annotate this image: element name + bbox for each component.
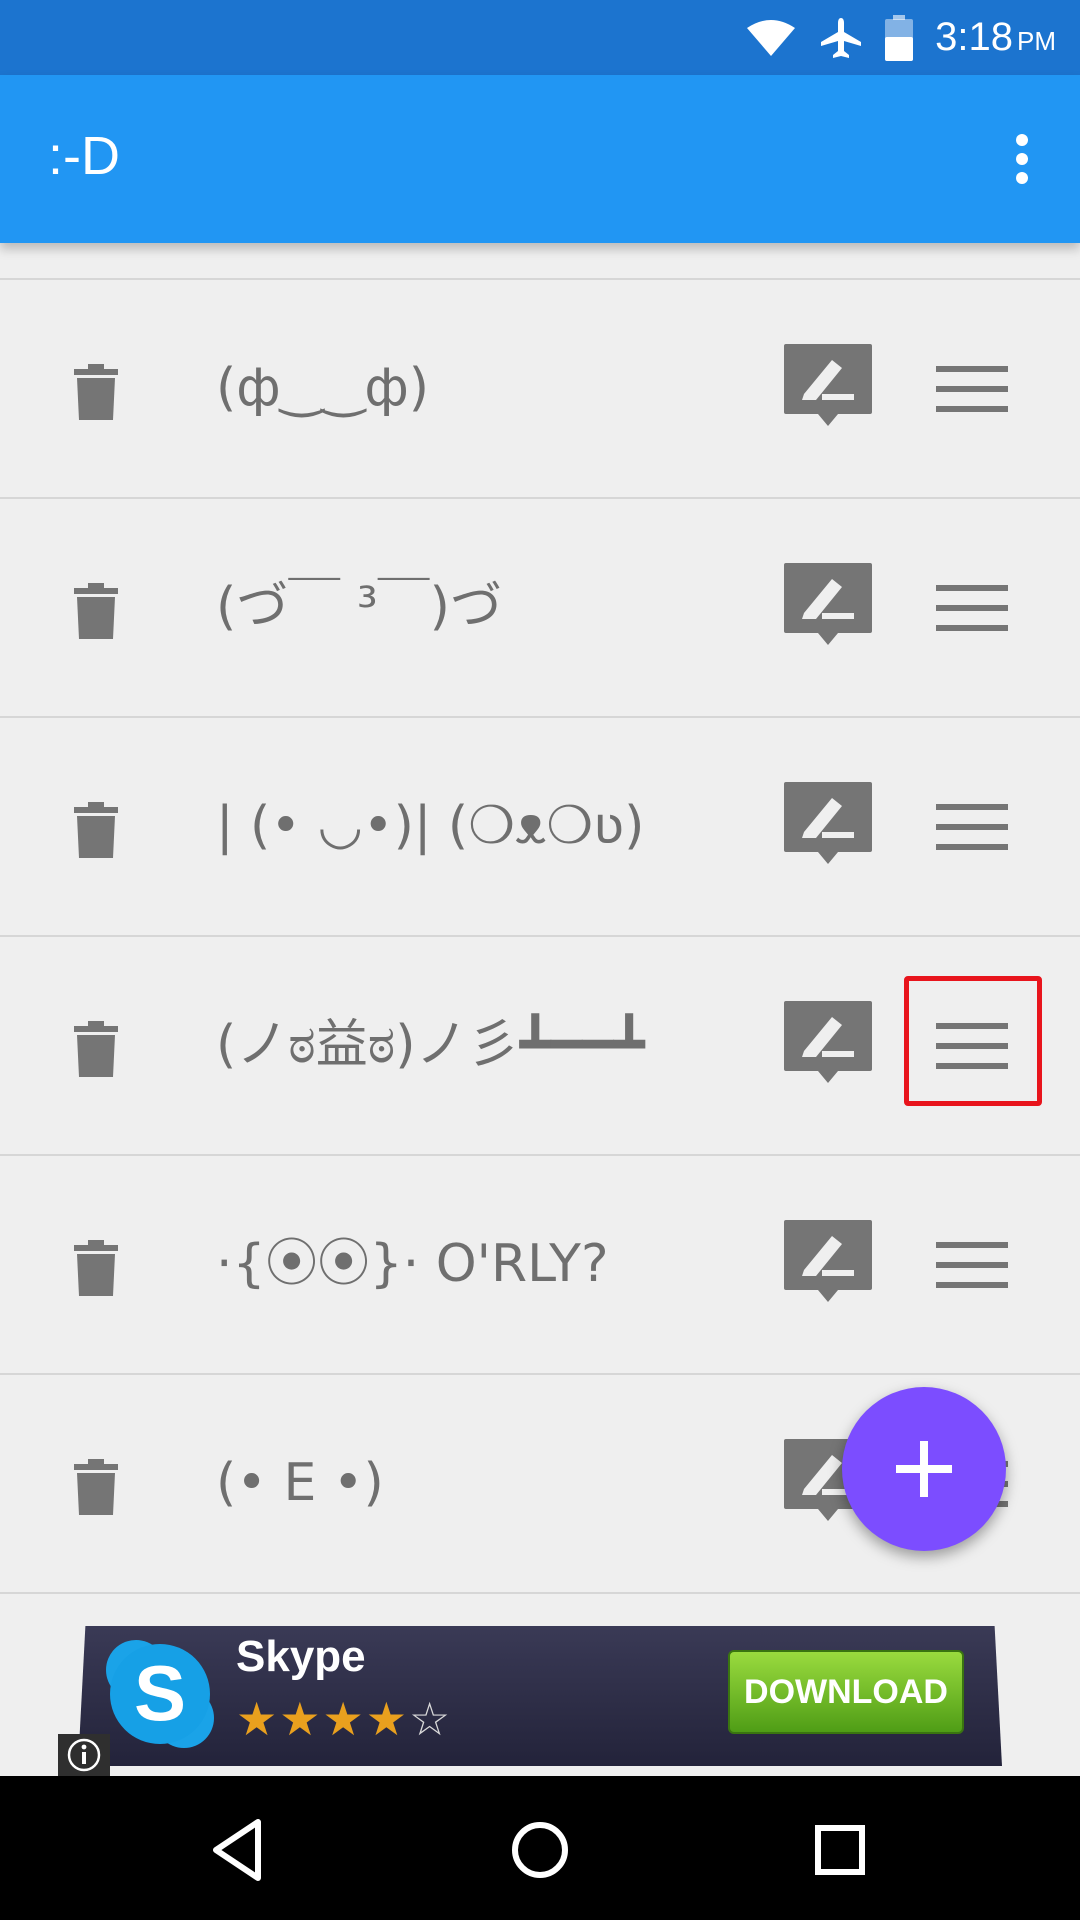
ad-info-button[interactable]: [58, 1734, 110, 1776]
list-item[interactable]: (ф‿‿ф): [0, 278, 1080, 497]
back-icon[interactable]: [202, 1810, 282, 1890]
ad-download-button[interactable]: DOWNLOAD: [728, 1650, 964, 1734]
ad-app-name: Skype: [236, 1632, 366, 1681]
drag-handle-icon[interactable]: [936, 802, 1008, 852]
drag-handle-icon[interactable]: [936, 583, 1008, 633]
emoticon-text: (ノಠ益ಠ)ノ彡┻━━┻: [216, 1015, 645, 1075]
edit-bubble-icon[interactable]: [782, 999, 874, 1091]
list-item[interactable]: ⋅{⦿⦿}⋅ O'RLY?: [0, 1154, 1080, 1373]
highlight-box: [904, 976, 1042, 1106]
info-icon: [67, 1738, 101, 1772]
recents-icon[interactable]: [800, 1810, 880, 1890]
edit-bubble-icon[interactable]: [782, 342, 874, 434]
status-bar: 3:18 PM: [0, 0, 1080, 75]
trash-icon[interactable]: [74, 583, 118, 639]
emoticon-text: (• E •): [216, 1453, 384, 1513]
ad-rating-filled-stars: ★★★★: [236, 1692, 409, 1746]
app-title: :-D: [48, 126, 120, 186]
skype-logo-letter: S: [134, 1649, 186, 1737]
emoticon-text: (ф‿‿ф): [216, 358, 430, 418]
plus-icon: [896, 1441, 952, 1497]
trash-icon[interactable]: [74, 364, 118, 420]
list-item[interactable]: | (• ◡•)| (❍ᴥ❍ʋ): [0, 716, 1080, 935]
edit-bubble-icon[interactable]: [782, 1218, 874, 1310]
edit-bubble-icon[interactable]: [782, 780, 874, 872]
wifi-icon: [747, 19, 796, 56]
drag-handle-icon[interactable]: [936, 364, 1008, 414]
skype-logo: S: [106, 1640, 214, 1748]
trash-icon[interactable]: [74, 802, 118, 858]
home-icon[interactable]: [500, 1810, 580, 1890]
battery-icon: [885, 14, 914, 61]
trash-icon[interactable]: [74, 1021, 118, 1077]
emoticon-text: (づ￣ ³￣)づ: [216, 577, 502, 637]
ad-rating: ★★★★☆: [236, 1692, 452, 1746]
trash-icon[interactable]: [74, 1240, 118, 1296]
more-vert-icon: [1016, 134, 1028, 184]
overflow-menu-button[interactable]: [992, 127, 1052, 191]
ad-banner[interactable]: S Skype ★★★★☆ DOWNLOAD: [78, 1626, 1002, 1766]
trash-icon[interactable]: [74, 1459, 118, 1515]
airplane-mode-icon: [821, 17, 862, 58]
app-bar: :-D: [0, 75, 1080, 243]
status-time: 3:18 PM: [935, 15, 1056, 59]
emoticon-text: ⋅{⦿⦿}⋅ O'RLY?: [216, 1234, 609, 1294]
edit-bubble-icon[interactable]: [782, 561, 874, 653]
list-item[interactable]: (づ￣ ³￣)づ: [0, 497, 1080, 716]
drag-handle-icon[interactable]: [936, 1240, 1008, 1290]
emoticon-text: | (• ◡•)| (❍ᴥ❍ʋ): [216, 796, 645, 856]
ad-rating-empty-star: ☆: [408, 1692, 453, 1746]
add-emoticon-button[interactable]: [842, 1387, 1006, 1551]
navigation-bar: [0, 1776, 1080, 1920]
